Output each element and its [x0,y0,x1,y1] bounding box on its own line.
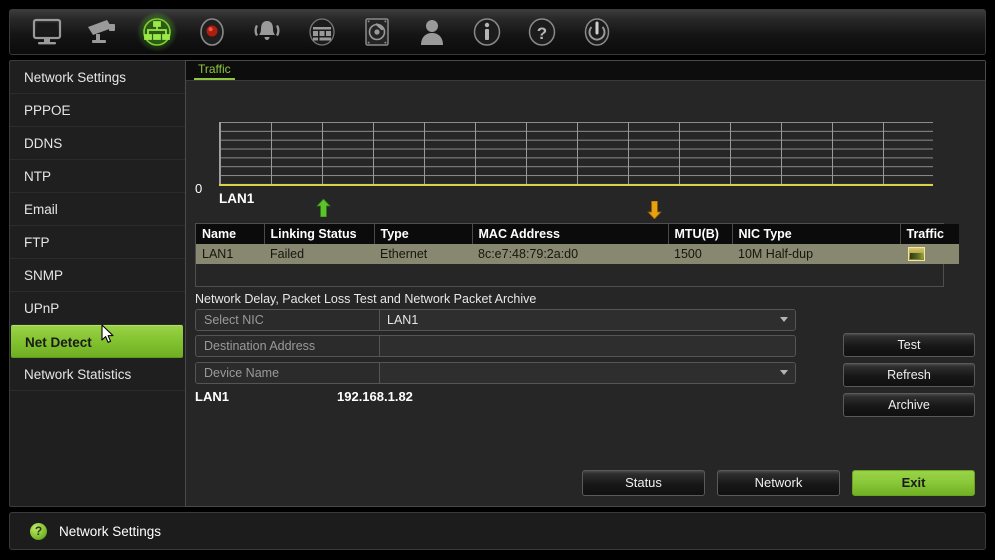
sidebar-item-snmp[interactable]: SNMP [10,259,185,292]
chevron-down-icon [780,370,788,375]
column-header-mac-address[interactable]: MAC Address [472,224,669,244]
column-header-mtu[interactable]: MTU(B) [668,224,733,244]
test-action-buttons: Test Refresh Archive [843,333,975,423]
device-name-label: Device Name [196,363,380,383]
user-icon[interactable] [409,12,455,52]
settings-sidebar: Network Settings PPPOE DDNS NTP Email FT… [9,60,185,507]
archive-button[interactable]: Archive [843,393,975,417]
column-header-nic-type[interactable]: NIC Type [732,224,901,244]
cell-nic-type: 10M Half-dup [732,244,900,264]
hdd-icon[interactable] [354,12,400,52]
alarm-bell-icon[interactable] [244,12,290,52]
info-icon[interactable] [464,12,510,52]
sidebar-item-label: Net Detect [25,335,92,350]
sidebar-item-label: PPPOE [24,103,71,118]
chart-gridlines [219,122,933,184]
test-section-title: Network Delay, Packet Loss Test and Netw… [195,292,537,306]
nic-ip-label: LAN1 [195,389,229,404]
nic-table: Name Linking Status Type MAC Address MTU… [196,224,959,264]
column-header-linking-status[interactable]: Linking Status [264,224,375,244]
sidebar-item-ddns[interactable]: DDNS [10,127,185,160]
select-nic-dropdown[interactable]: LAN1 [380,310,795,330]
sidebar-item-ftp[interactable]: FTP [10,226,185,259]
schedule-icon[interactable] [299,12,345,52]
destination-address-input[interactable] [380,336,795,356]
sidebar-item-pppoe[interactable]: PPPOE [10,94,185,127]
sidebar-item-label: Email [24,202,58,217]
nic-table-container: Name Linking Status Type MAC Address MTU… [195,223,959,287]
column-header-type[interactable]: Type [374,224,473,244]
select-nic-row: Select NIC LAN1 [195,309,796,331]
net-detect-panel: Traffic 0 LAN1 Name Linking Status Type … [185,60,986,507]
sidebar-item-label: SNMP [24,268,64,283]
chevron-down-icon [780,317,788,322]
dvr-network-settings-screen: ? Network Settings PPPOE DDNS NTP Email … [0,0,995,560]
sidebar-item-label: NTP [24,169,51,184]
cell-linking-status: Failed [264,244,374,264]
record-icon[interactable] [189,12,235,52]
device-name-row: Device Name [195,362,796,384]
chart-series-label-lan1: LAN1 [219,191,255,206]
sidebar-item-network-settings[interactable]: Network Settings [10,61,185,94]
status-button[interactable]: Status [582,470,705,496]
status-bar: ? Network Settings [9,512,986,550]
test-button[interactable]: Test [843,333,975,357]
power-icon[interactable] [574,12,620,52]
upload-arrow-icon [316,198,331,222]
sidebar-item-upnp[interactable]: UPnP [10,292,185,325]
camera-icon[interactable] [79,12,125,52]
status-bar-text: Network Settings [59,523,162,539]
test-form: Select NIC LAN1 Destination Address Devi… [195,309,796,388]
sidebar-item-label: FTP [24,235,50,250]
refresh-button[interactable]: Refresh [843,363,975,387]
cell-mtu: 1500 [668,244,732,264]
cell-traffic [900,244,959,264]
traffic-chart: 0 LAN1 [186,81,985,223]
sidebar-item-label: Network Statistics [24,367,132,382]
network-button[interactable]: Network [717,470,840,496]
device-name-dropdown[interactable] [380,363,795,383]
column-header-traffic[interactable]: Traffic [900,224,959,244]
destination-address-row: Destination Address [195,335,796,357]
main-toolbar: ? [9,9,986,55]
chart-baseline-axis [219,184,933,186]
nic-ip-row: LAN1 192.168.1.82 [195,389,413,404]
sidebar-item-label: DDNS [24,136,63,151]
sidebar-item-label: UPnP [24,301,60,316]
svg-text:?: ? [537,24,547,43]
download-arrow-icon [647,200,662,224]
column-header-name[interactable]: Name [196,224,265,244]
traffic-chart-icon[interactable] [908,247,925,262]
table-row[interactable]: LAN1 Failed Ethernet 8c:e7:48:79:2a:d0 1… [196,244,959,264]
sidebar-item-label: Network Settings [24,70,127,85]
sidebar-item-net-detect[interactable]: Net Detect [11,325,183,358]
help-icon[interactable]: ? [519,12,565,52]
exit-button[interactable]: Exit [852,470,975,496]
cell-mac-address: 8c:e7:48:79:2a:d0 [472,244,668,264]
sidebar-item-network-statistics[interactable]: Network Statistics [10,358,185,391]
destination-address-label: Destination Address [196,336,380,356]
select-nic-label: Select NIC [196,310,380,330]
cell-name: LAN1 [196,244,264,264]
tab-traffic[interactable]: Traffic [194,62,235,80]
sidebar-item-email[interactable]: Email [10,193,185,226]
footer-button-bar: Status Network Exit [186,470,985,496]
monitor-icon[interactable] [24,12,70,52]
network-icon[interactable] [134,12,180,52]
help-circle-icon: ? [30,522,47,540]
table-header-row: Name Linking Status Type MAC Address MTU… [196,224,959,244]
cell-type: Ethernet [374,244,472,264]
sidebar-item-ntp[interactable]: NTP [10,160,185,193]
nic-ip-address: 192.168.1.82 [337,389,413,404]
tab-strip: Traffic [186,61,985,81]
chart-y-tick-0: 0 [195,181,203,196]
select-nic-value: LAN1 [387,313,419,327]
